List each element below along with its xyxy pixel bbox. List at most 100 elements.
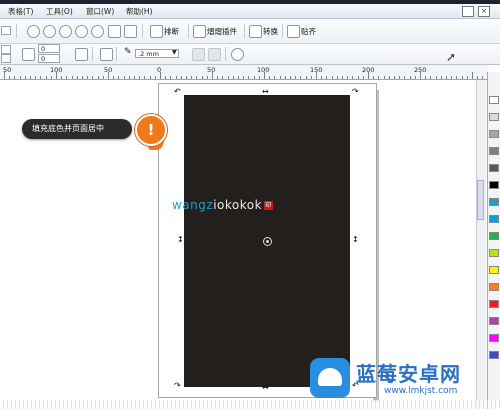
- zoom-in-icon[interactable]: [27, 25, 40, 38]
- ruler-tick: [310, 76, 312, 79]
- plugin-button[interactable]: 熠熠插件: [207, 26, 237, 37]
- ruler-tick: [66, 76, 68, 79]
- ruler-tick: [461, 76, 463, 79]
- zoom-all-icon[interactable]: [75, 25, 88, 38]
- snap-icon[interactable]: [287, 25, 300, 38]
- ruler-tick: [373, 76, 375, 79]
- ruler-tick: [316, 72, 317, 79]
- palette-swatch[interactable]: [489, 232, 499, 240]
- ruler-tick: [435, 76, 437, 79]
- palette-swatch[interactable]: [489, 198, 499, 206]
- skew-handle-top[interactable]: ↔: [262, 88, 269, 96]
- arrange-button[interactable]: 排断: [164, 26, 179, 37]
- ruler-tick: [87, 76, 89, 79]
- zoom-selected-icon[interactable]: [59, 25, 72, 38]
- lock-icon[interactable]: [75, 48, 88, 61]
- toolbar-separator: [16, 24, 17, 38]
- convert-icon[interactable]: [249, 25, 262, 38]
- palette-swatch[interactable]: [489, 283, 499, 291]
- exclamation-icon: !: [135, 114, 167, 146]
- skew-handle-bottom[interactable]: ↔: [262, 384, 269, 392]
- logo-part-light: iokokok: [213, 198, 263, 212]
- ruler-tick: [24, 76, 26, 79]
- palette-swatch[interactable]: [489, 266, 499, 274]
- ruler-tick: [40, 76, 42, 79]
- palette-swatch[interactable]: [489, 317, 499, 325]
- ruler-tick: [50, 76, 52, 79]
- palette-swatch[interactable]: [489, 147, 499, 155]
- skew-handle-left[interactable]: ↕: [177, 236, 184, 244]
- watermark-url: www.lmkjst.com: [384, 386, 458, 396]
- ruler-tick: [326, 76, 328, 79]
- ruler-tick: [446, 76, 447, 79]
- ruler-tick: [201, 76, 203, 79]
- palette-swatch[interactable]: [489, 351, 499, 359]
- mouse-cursor-icon: ➚: [446, 50, 457, 64]
- ruler-tick: [466, 76, 468, 79]
- palette-swatch[interactable]: [489, 113, 499, 121]
- vertical-scrollbar[interactable]: [476, 80, 486, 409]
- ruler-tick: [264, 72, 265, 79]
- ruler-tick: [274, 76, 276, 79]
- ruler-tick: [482, 76, 484, 79]
- ruler-tick: [404, 76, 406, 79]
- ruler-tick: [248, 76, 250, 79]
- corner-bottom-field[interactable]: 0: [38, 54, 60, 63]
- scrollbar-thumb[interactable]: [477, 180, 484, 220]
- zoom-height-icon[interactable]: [124, 25, 137, 38]
- plugin-icon[interactable]: [193, 25, 206, 38]
- skew-handle-right[interactable]: ↕: [352, 236, 359, 244]
- zoom-page-icon[interactable]: [91, 25, 104, 38]
- ruler-tick: [383, 76, 385, 79]
- arrange-icon[interactable]: [150, 25, 163, 38]
- ruler-tick: [186, 76, 187, 79]
- ruler-tick: [456, 76, 458, 79]
- corner-top-field[interactable]: 0: [38, 44, 60, 53]
- ruler-tick: [305, 76, 307, 79]
- ruler-tick: [45, 76, 47, 79]
- logo-seal-icon: 印: [264, 201, 274, 210]
- menu-window[interactable]: 窗口(W): [86, 6, 114, 17]
- convert-button[interactable]: 转换: [263, 26, 278, 37]
- toolbar-separator: [92, 47, 93, 61]
- rotate-handle-tr[interactable]: ↷: [352, 88, 359, 96]
- ruler-tick: [212, 72, 213, 79]
- close-icon[interactable]: ×: [478, 6, 490, 17]
- ruler-tick: [279, 76, 281, 79]
- palette-swatch[interactable]: [489, 334, 499, 342]
- menu-tools[interactable]: 工具(O): [46, 6, 73, 17]
- ruler-tick: [321, 76, 323, 79]
- menu-table[interactable]: 表格(T): [8, 6, 33, 17]
- palette-swatch[interactable]: [489, 249, 499, 257]
- ruler-tick: [342, 76, 343, 79]
- position-y-field[interactable]: [1, 54, 11, 63]
- to-front-icon[interactable]: [192, 48, 205, 61]
- position-x-field[interactable]: [1, 45, 11, 54]
- ruler-tick: [9, 76, 11, 79]
- palette-swatch[interactable]: [489, 181, 499, 189]
- toolbar-separator: [244, 24, 245, 38]
- restore-icon[interactable]: [462, 6, 474, 17]
- zoom-out-icon[interactable]: [43, 25, 56, 38]
- ruler-tick: [222, 76, 224, 79]
- rotate-handle-bl[interactable]: ↷: [174, 382, 181, 390]
- zoom-width-icon[interactable]: [108, 25, 121, 38]
- horizontal-ruler[interactable]: 50 100 50 0 50 100 150 200 250: [0, 65, 489, 80]
- ruler-tick: [243, 76, 245, 79]
- convert-curve-icon[interactable]: [231, 48, 244, 61]
- palette-swatch[interactable]: [489, 96, 499, 104]
- palette-swatch[interactable]: [489, 130, 499, 138]
- snap-button[interactable]: 贴齐: [301, 26, 316, 37]
- ruler-tick: [196, 76, 198, 79]
- menu-help[interactable]: 帮助(H): [126, 6, 153, 17]
- palette-swatch[interactable]: [489, 215, 499, 223]
- toolbar-separator: [188, 24, 189, 38]
- zoom-dropdown[interactable]: [1, 26, 11, 35]
- palette-swatch[interactable]: [489, 300, 499, 308]
- wrap-icon[interactable]: [100, 48, 113, 61]
- rotate-handle-tl[interactable]: ↶: [174, 88, 181, 96]
- to-back-icon[interactable]: [208, 48, 221, 61]
- palette-swatch[interactable]: [489, 164, 499, 172]
- ruler-tick: [123, 76, 125, 79]
- corner-icon[interactable]: [22, 48, 35, 61]
